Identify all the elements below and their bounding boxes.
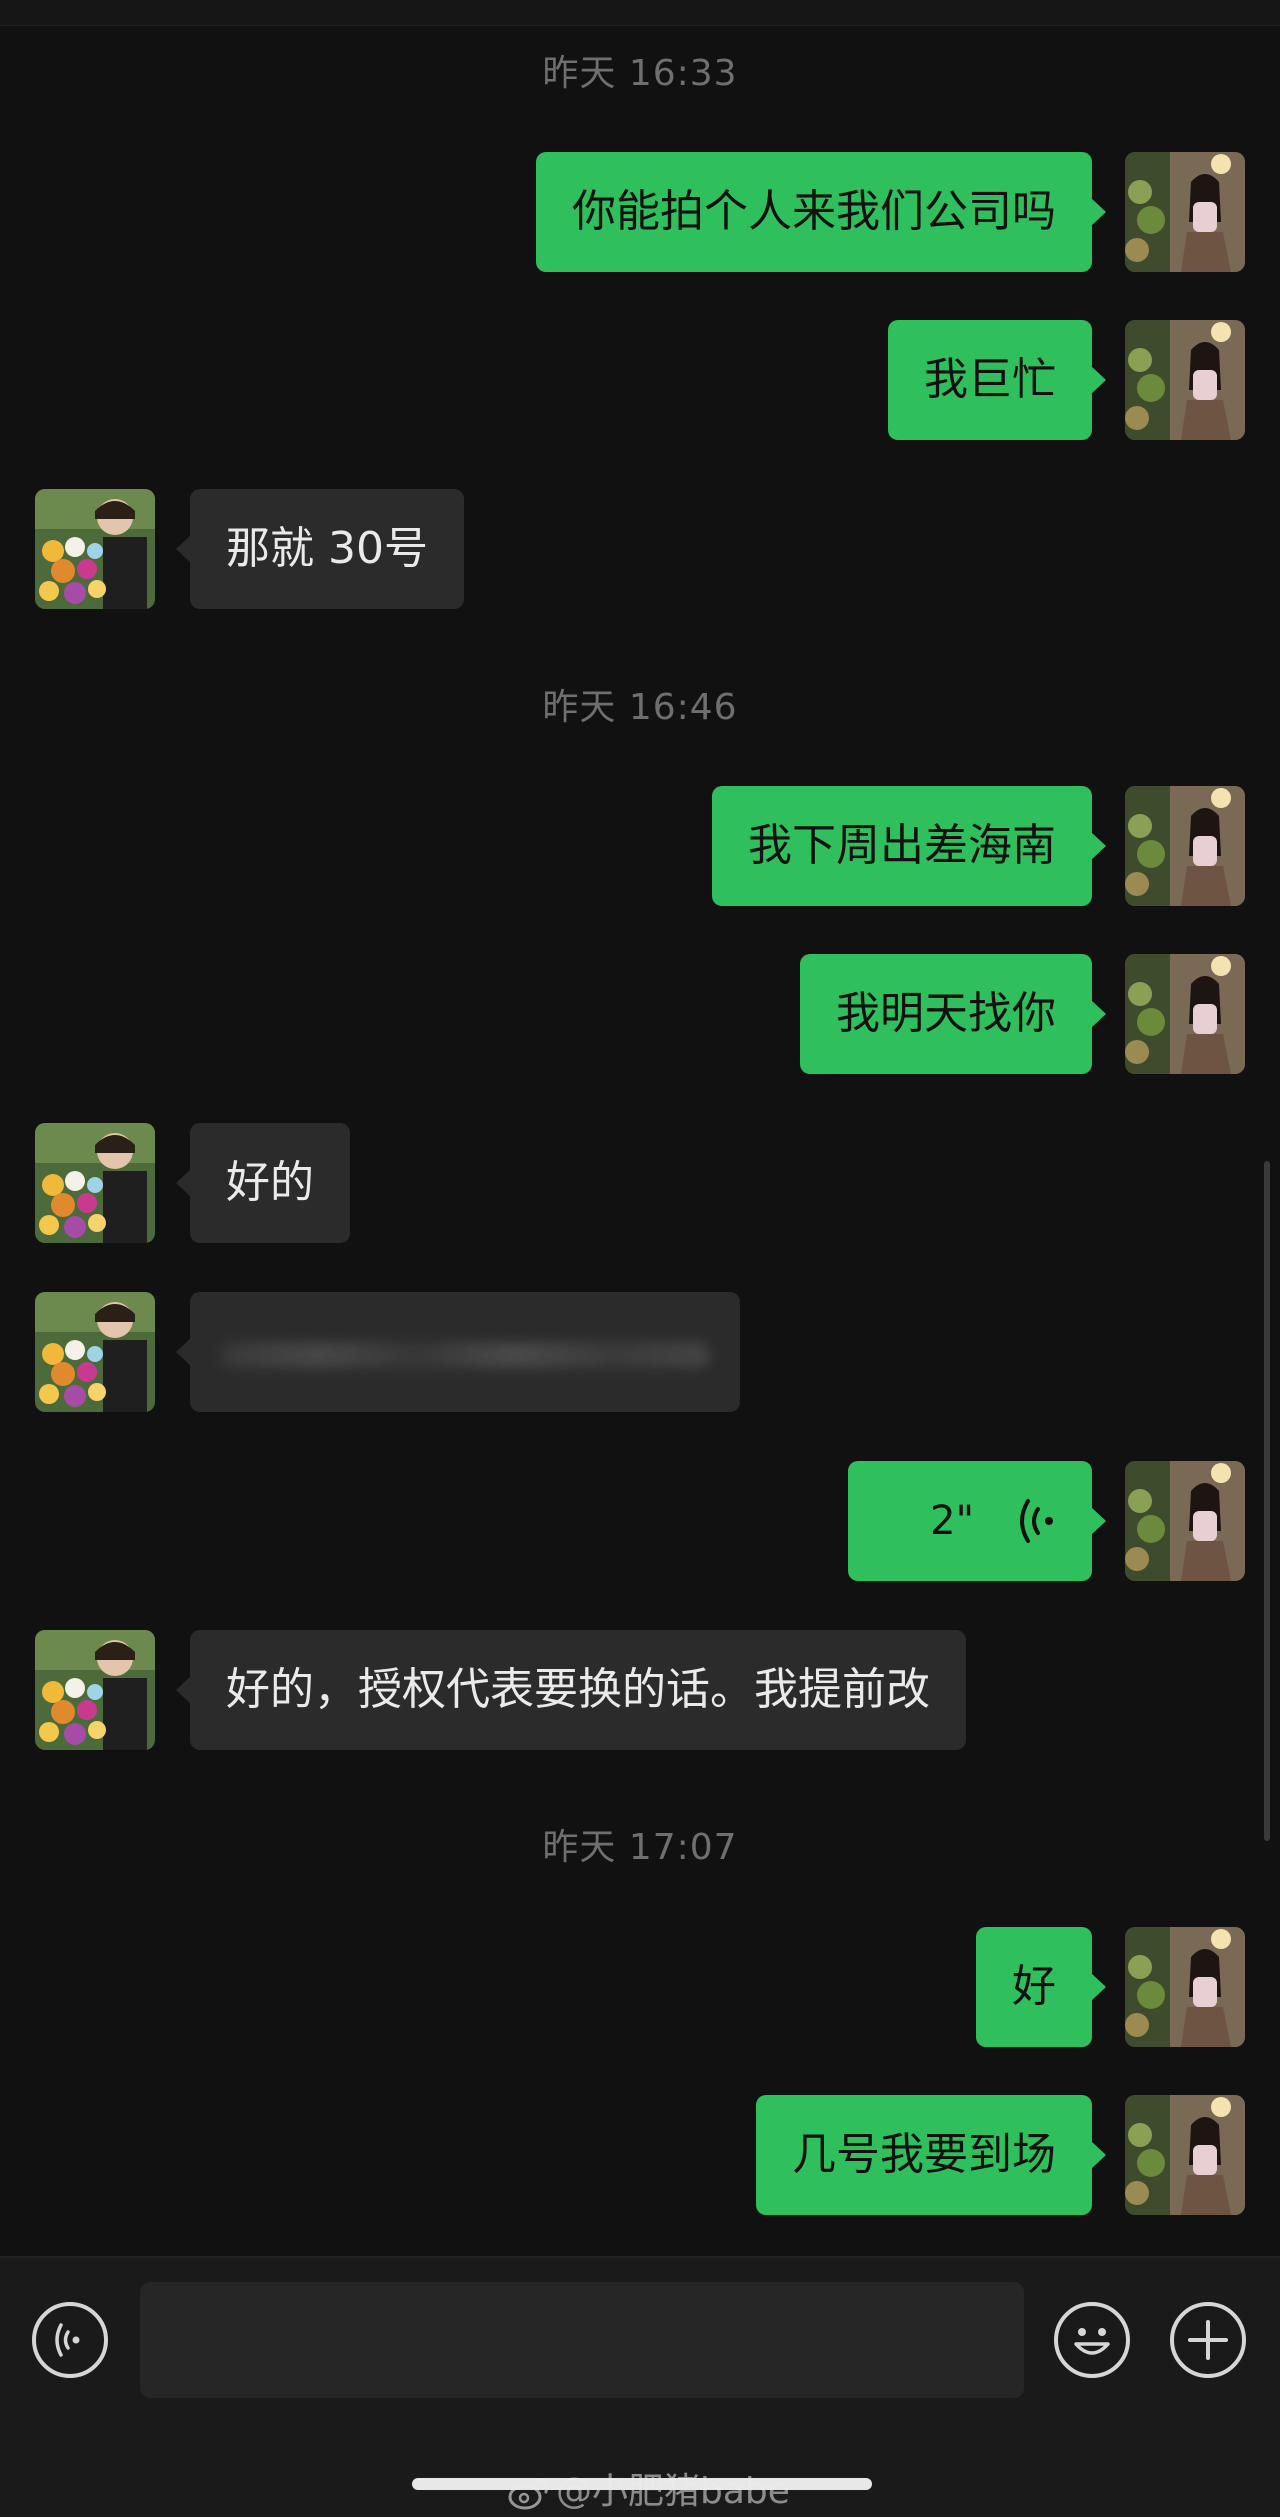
watermark: @小肥猪babe <box>508 2462 790 2514</box>
message-bubble[interactable]: 好 <box>976 1927 1106 2047</box>
message-list[interactable]: 昨天 16:33 你能拍个人来我们公司吗 我巨忙 那就 30号 昨天 16:46… <box>0 26 1280 2256</box>
message-bubble[interactable]: 好的，授权代表要换的话。我提前改 <box>176 1630 966 1750</box>
message-input[interactable] <box>140 2282 1024 2398</box>
plus-icon <box>1188 2320 1228 2360</box>
message-row-sent: 我巨忙 <box>0 320 1280 440</box>
my-avatar[interactable] <box>1125 1461 1245 1581</box>
message-bubble[interactable]: 我巨忙 <box>888 320 1106 440</box>
scrollbar[interactable] <box>1264 1161 1270 1841</box>
my-avatar[interactable] <box>1125 152 1245 272</box>
message-row-received: 好的 <box>0 1123 1280 1243</box>
contact-avatar[interactable] <box>35 489 155 609</box>
emoji-button[interactable] <box>1054 2302 1130 2378</box>
contact-avatar[interactable] <box>35 1292 155 1412</box>
emoji-icon <box>1074 2328 1110 2355</box>
message-row-received: 那就 30号 <box>0 489 1280 609</box>
message-row-sent: 几号我要到场 <box>0 2095 1280 2215</box>
my-avatar[interactable] <box>1125 954 1245 1074</box>
more-options-button[interactable] <box>1170 2302 1246 2378</box>
message-bubble[interactable]: 那就 30号 <box>176 489 464 609</box>
blurred-message-bubble[interactable] <box>176 1292 740 1412</box>
chat-screen: 昨天 16:33 你能拍个人来我们公司吗 我巨忙 那就 30号 昨天 16:46… <box>0 0 1280 2517</box>
message-bubble[interactable]: 我下周出差海南 <box>712 786 1106 906</box>
message-bubble[interactable]: 好的 <box>176 1123 350 1243</box>
my-avatar[interactable] <box>1125 786 1245 906</box>
watermark-text: @小肥猪babe <box>556 2471 790 2512</box>
redacted-text <box>220 1342 710 1368</box>
message-row-sent: 2" <box>0 1461 1280 1581</box>
message-bubble[interactable]: 你能拍个人来我们公司吗 <box>536 152 1106 272</box>
timestamp: 昨天 16:46 <box>542 687 738 728</box>
voice-message-bubble[interactable]: 2" <box>848 1461 1106 1581</box>
contact-avatar[interactable] <box>35 1123 155 1243</box>
timestamp: 昨天 17:07 <box>542 1827 738 1868</box>
message-bubble[interactable]: 我明天找你 <box>800 954 1106 1074</box>
voice-input-icon <box>55 2323 80 2357</box>
top-edge <box>0 0 1280 26</box>
message-row-sent: 好 <box>0 1927 1280 2047</box>
timestamp: 昨天 16:33 <box>542 53 738 94</box>
message-row-sent: 我下周出差海南 <box>0 786 1280 906</box>
weibo-logo-icon <box>508 2478 548 2510</box>
voice-duration: 2" <box>930 1498 974 1544</box>
message-row-received: 好的，授权代表要换的话。我提前改 <box>0 1630 1280 1750</box>
message-row-sent: 我明天找你 <box>0 954 1280 1074</box>
message-row-received <box>0 1292 1280 1412</box>
voice-input-button[interactable] <box>32 2302 108 2378</box>
contact-avatar[interactable] <box>35 1630 155 1750</box>
message-bubble[interactable]: 几号我要到场 <box>756 2095 1106 2215</box>
my-avatar[interactable] <box>1125 320 1245 440</box>
my-avatar[interactable] <box>1125 1927 1245 2047</box>
voice-wave-icon <box>1020 1499 1053 1543</box>
my-avatar[interactable] <box>1125 2095 1245 2215</box>
message-row-sent: 你能拍个人来我们公司吗 <box>0 152 1280 272</box>
